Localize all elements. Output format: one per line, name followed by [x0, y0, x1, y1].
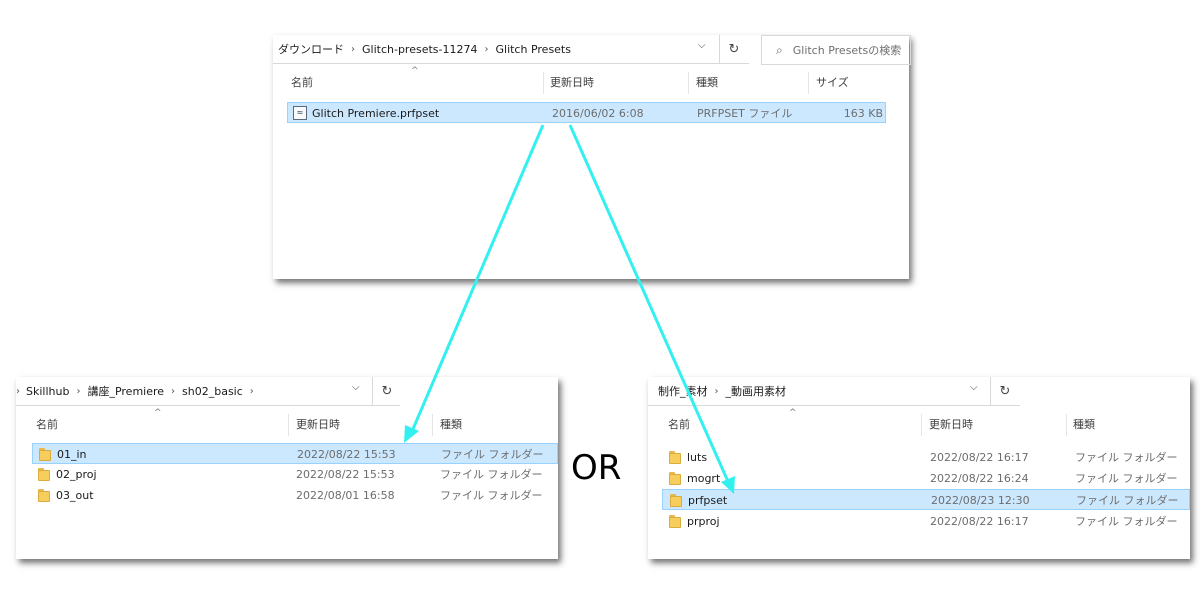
file-row[interactable]: ≈ Glitch Premiere.prfpset 2016/06/02 6:0… [287, 102, 886, 123]
breadcrumb-course-premiere[interactable]: 講座_Premiere [87, 383, 164, 399]
breadcrumb-sh02-basic[interactable]: sh02_basic [182, 385, 243, 398]
column-header-date[interactable]: 更新日時 [296, 414, 340, 436]
folder-date: 2022/08/22 15:53 [296, 468, 395, 481]
search-box[interactable]: ⌕ Glitch Presetsの検索 [761, 35, 911, 65]
folder-name: 02_proj [56, 468, 97, 481]
column-header-name[interactable]: 名前 [668, 414, 690, 436]
folder-icon [38, 468, 50, 481]
folder-type: ファイル フォルダー [1075, 451, 1178, 464]
folder-date: 2022/08/22 16:24 [930, 472, 1029, 485]
search-icon: ⌕ [776, 42, 783, 57]
folder-name: mogrt [687, 472, 721, 485]
folder-name: prproj [687, 515, 720, 528]
top-explorer-window: ダウンロード › Glitch-presets-11274 › Glitch P… [273, 35, 911, 279]
folder-date: 2022/08/22 15:53 [297, 448, 396, 461]
file-name: Glitch Premiere.prfpset [312, 107, 440, 120]
address-bar[interactable]: › Skillhub › 講座_Premiere › sh02_basic › [16, 377, 356, 405]
column-header-type[interactable]: 種類 [1073, 414, 1095, 436]
folder-date: 2022/08/22 16:17 [930, 451, 1029, 464]
folder-date: 2022/08/01 16:58 [296, 489, 395, 502]
breadcrumb-glitch-presets[interactable]: Glitch Presets [495, 43, 571, 56]
folder-row-mogrt[interactable]: mogrt 2022/08/22 16:24 ファイル フォルダー [662, 468, 1190, 489]
column-header-type[interactable]: 種類 [696, 72, 718, 94]
folder-row-02-proj[interactable]: 02_proj 2022/08/22 15:53 ファイル フォルダー [32, 464, 558, 485]
address-divider [273, 63, 749, 64]
column-header-name[interactable]: 名前 [291, 72, 313, 94]
breadcrumb-separator-icon: › [16, 385, 20, 397]
breadcrumb-separator-icon: › [351, 43, 355, 55]
folder-row-03-out[interactable]: 03_out 2022/08/01 16:58 ファイル フォルダー [32, 485, 558, 506]
address-bar[interactable]: ダウンロード › Glitch-presets-11274 › Glitch P… [278, 35, 698, 63]
breadcrumb-glitch-presets-11274[interactable]: Glitch-presets-11274 [362, 43, 477, 56]
folder-icon [669, 451, 681, 464]
folder-icon [39, 448, 51, 461]
breadcrumb-separator-icon: › [249, 385, 254, 397]
column-header-name[interactable]: 名前 [36, 414, 58, 436]
refresh-icon[interactable]: ↻ [990, 377, 1019, 405]
breadcrumb-separator-icon: › [76, 385, 81, 397]
column-header-type[interactable]: 種類 [440, 414, 462, 436]
sort-ascending-icon: ^ [154, 408, 162, 418]
breadcrumb-skillhub[interactable]: Skillhub [26, 385, 69, 398]
folder-date: 2022/08/22 16:17 [930, 515, 1029, 528]
column-header-date[interactable]: 更新日時 [929, 414, 973, 436]
refresh-icon[interactable]: ↻ [372, 377, 401, 405]
folder-name: 03_out [56, 489, 94, 502]
folder-name: prfpset [688, 494, 728, 507]
breadcrumb-video-materials[interactable]: _動画用素材 [726, 383, 787, 399]
column-header-size[interactable]: サイズ [816, 72, 849, 94]
folder-icon [670, 494, 682, 507]
file-size: 163 KB [843, 107, 883, 120]
address-divider [648, 405, 1020, 406]
breadcrumb-downloads[interactable]: ダウンロード [278, 41, 344, 57]
breadcrumb-separator-icon: › [171, 385, 176, 397]
folder-type: ファイル フォルダー [1075, 515, 1178, 528]
folder-row-prfpset[interactable]: prfpset 2022/08/23 12:30 ファイル フォルダー [662, 489, 1190, 510]
folder-icon [38, 489, 50, 502]
or-label: OR [571, 448, 622, 488]
right-explorer-window: 制作_素材 › _動画用素材 ⌵ ↻ ^ 名前 更新日時 種類 luts 202… [648, 377, 1190, 559]
breadcrumb-separator-icon: › [714, 385, 719, 397]
address-divider [16, 405, 400, 406]
chevron-down-icon[interactable]: ⌵ [698, 40, 706, 51]
file-type: PRFPSET ファイル [697, 107, 793, 120]
chevron-down-icon[interactable]: ⌵ [970, 382, 978, 393]
left-explorer-window: › Skillhub › 講座_Premiere › sh02_basic › … [16, 377, 558, 559]
folder-type: ファイル フォルダー [1075, 472, 1178, 485]
address-bar[interactable]: 制作_素材 › _動画用素材 [658, 377, 978, 405]
folder-row-luts[interactable]: luts 2022/08/22 16:17 ファイル フォルダー [662, 447, 1190, 468]
breadcrumb-separator-icon: › [484, 43, 489, 55]
folder-type: ファイル フォルダー [440, 489, 543, 502]
folder-row-01-in[interactable]: 01_in 2022/08/22 15:53 ファイル フォルダー [32, 443, 558, 464]
folder-date: 2022/08/23 12:30 [931, 494, 1030, 507]
file-date: 2016/06/02 6:08 [552, 107, 644, 120]
folder-name: luts [687, 451, 708, 464]
folder-row-prproj[interactable]: prproj 2022/08/22 16:17 ファイル フォルダー [662, 511, 1190, 532]
breadcrumb-production-materials[interactable]: 制作_素材 [658, 383, 708, 399]
folder-type: ファイル フォルダー [441, 448, 544, 461]
column-header-date[interactable]: 更新日時 [550, 72, 594, 94]
folder-name: 01_in [57, 448, 87, 461]
folder-icon [669, 472, 681, 485]
chevron-down-icon[interactable]: ⌵ [352, 382, 360, 393]
preset-file-icon: ≈ [293, 106, 307, 120]
sort-ascending-icon: ^ [789, 408, 797, 418]
refresh-icon[interactable]: ↻ [719, 35, 748, 63]
folder-type: ファイル フォルダー [440, 468, 543, 481]
sort-ascending-icon: ^ [411, 66, 419, 76]
folder-icon [669, 515, 681, 528]
search-placeholder: Glitch Presetsの検索 [792, 44, 902, 57]
folder-type: ファイル フォルダー [1076, 494, 1179, 507]
